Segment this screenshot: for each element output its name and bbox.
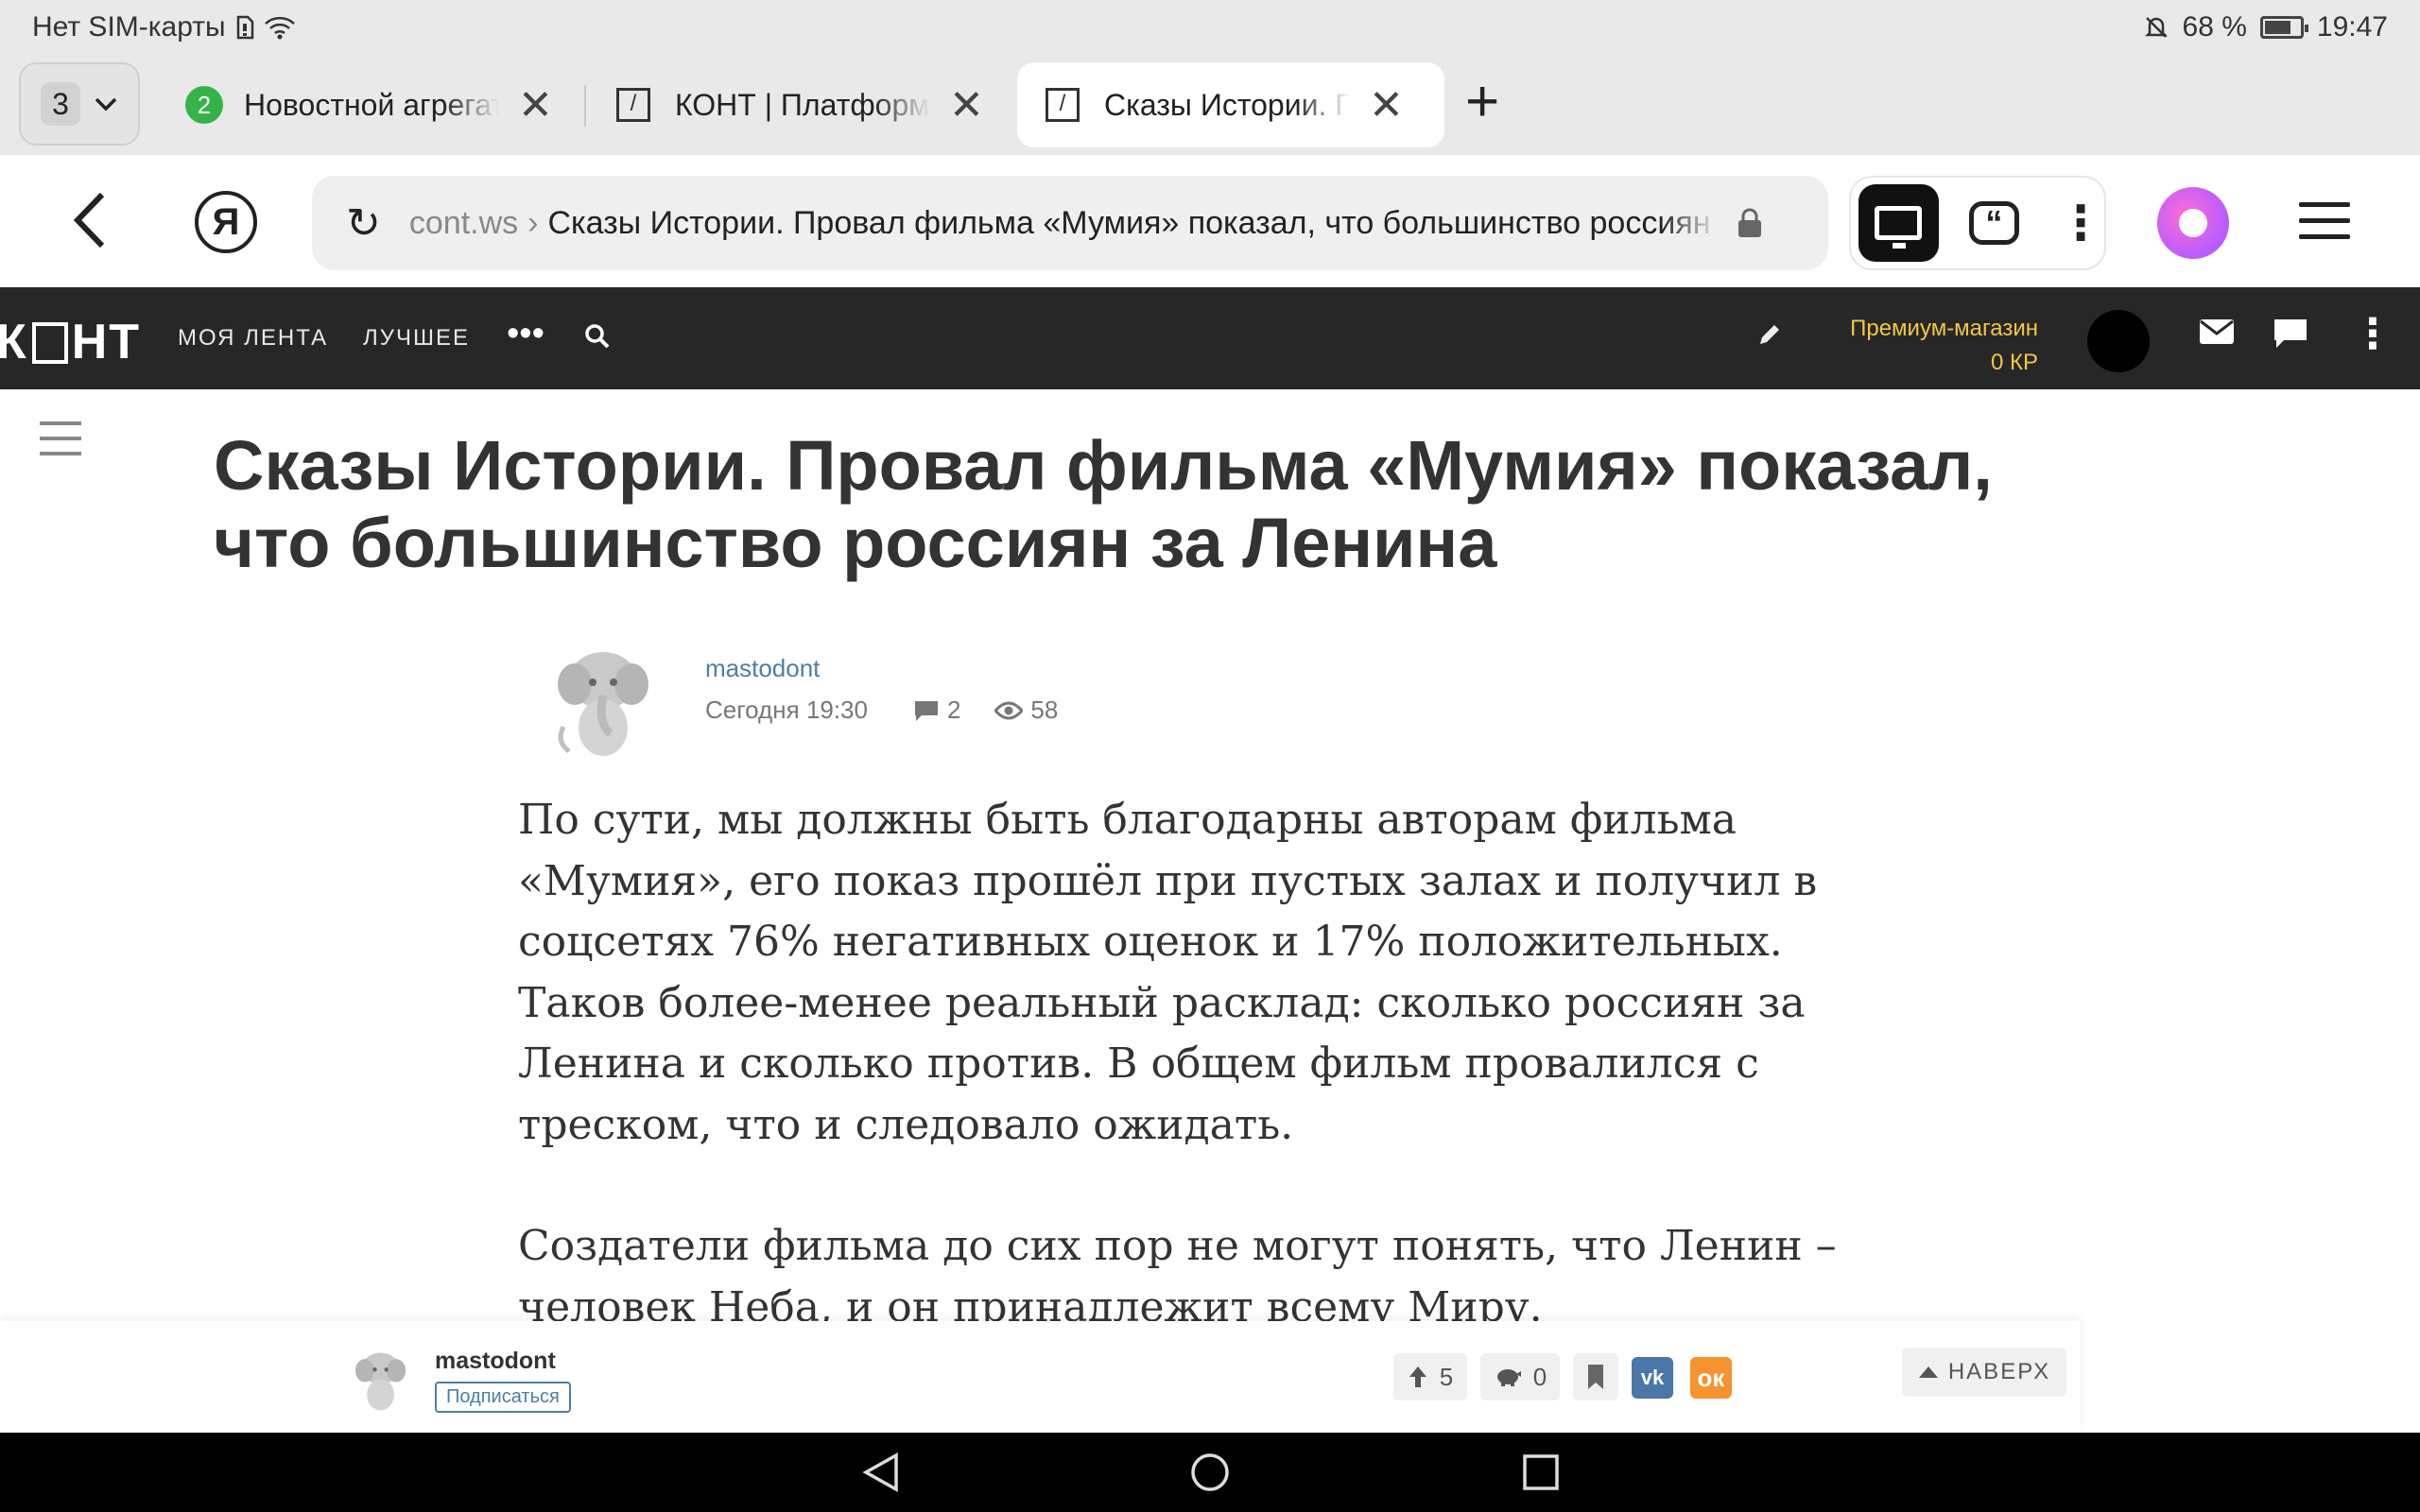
premium-shop-link[interactable]: Премиум-магазин 0 КР [1850, 312, 2038, 380]
comments-count[interactable]: 2 [913, 696, 960, 725]
bookmark-button[interactable] [1573, 1353, 1618, 1400]
article-title: Сказы Истории. Провал фильма «Мумия» пок… [214, 426, 1993, 582]
close-icon[interactable]: ✕ [1369, 81, 1404, 129]
kont-favicon-icon: / [1046, 88, 1080, 122]
nav-my-feed[interactable]: МОЯ ЛЕНТА [178, 325, 328, 352]
system-navigation-bar [0, 1433, 2420, 1512]
close-icon[interactable]: ✕ [518, 81, 553, 129]
chat-bubble-icon[interactable] [2273, 318, 2308, 350]
battery-icon [2259, 16, 2308, 39]
address-bar[interactable]: ↻ cont.ws › Сказы Истории. Провал фильма… [312, 176, 1828, 270]
tab-title: Новостной агрегатор [244, 87, 499, 122]
yandex-logo-icon[interactable]: Я [195, 191, 257, 253]
premium-balance: 0 КР [1990, 350, 2038, 375]
browser-menu-icon[interactable] [2299, 202, 2350, 250]
tab-kont-platform[interactable]: / КОНТ | Платформа ✕ [616, 62, 984, 147]
more-vertical-icon[interactable]: ⋮ [2057, 196, 2104, 250]
system-back-icon[interactable] [860, 1452, 902, 1493]
lock-icon[interactable] [1737, 208, 1763, 238]
tab-divider [584, 85, 586, 127]
caret-up-icon [1918, 1366, 1938, 1378]
site-navbar: К НТ МОЯ ЛЕНТА ЛУЧШЕЕ ••• Премиум-магазин… [0, 287, 2420, 389]
article-body: По сути, мы должны быть благодарны автор… [518, 790, 1898, 1399]
logo-right-letters: НТ [71, 315, 142, 369]
back-to-top-button[interactable]: НАВЕРХ [1902, 1348, 2066, 1397]
pencil-icon[interactable] [1756, 321, 1783, 348]
search-icon[interactable] [584, 323, 611, 350]
bell-muted-icon [2144, 17, 2168, 38]
system-home-icon[interactable] [1189, 1452, 1231, 1493]
author-avatar-elephant[interactable] [550, 643, 654, 765]
desktop-version-button[interactable] [1858, 184, 1939, 262]
article-footer-bar: mastodont Подписаться 5 0 vk ок НАВЕРХ [0, 1321, 2080, 1433]
reload-icon[interactable]: ↻ [346, 199, 381, 248]
kont-logo[interactable]: К НТ [0, 314, 141, 370]
article-paragraph: Создатели фильма до сих пор не могут пон… [518, 1222, 1837, 1332]
battery-percent: 68 % [2182, 11, 2247, 43]
back-arrow-icon[interactable] [70, 189, 108, 251]
back-to-top-label: НАВЕРХ [1947, 1359, 2051, 1384]
new-tab-plus-icon[interactable]: + [1465, 68, 1499, 135]
system-recents-icon[interactable] [1522, 1452, 1560, 1493]
monitor-icon [1875, 206, 1923, 249]
close-icon[interactable]: ✕ [949, 81, 984, 129]
alice-assistant-icon[interactable] [2157, 187, 2229, 259]
tab-title: Сказы Истории. Провал [1104, 87, 1350, 122]
chevron-down-icon [95, 97, 117, 112]
tab-strip: 3 2 Новостной агрегатор ✕ / КОНТ | Платф… [0, 59, 2420, 155]
nav-best[interactable]: ЛУЧШЕЕ [363, 325, 470, 352]
publish-date: Сегодня 19:30 [705, 696, 868, 724]
quote-icon[interactable]: “ [1968, 201, 2019, 245]
clock: 19:47 [2316, 11, 2388, 43]
like-button[interactable]: 5 [1393, 1353, 1467, 1400]
author-avatar-elephant[interactable] [350, 1348, 410, 1416]
article-paragraph: По сути, мы должны быть благодарны автор… [518, 796, 1818, 1149]
tab-count: 3 [41, 82, 80, 126]
tab-title: КОНТ | Платформа [675, 87, 930, 122]
piggy-bank-icon [1496, 1369, 1521, 1386]
page-tools-group: “ ⋮ [1849, 176, 2106, 270]
author-link[interactable]: mastodont [705, 654, 820, 683]
screen: Нет SIM-карты 68 % 19:47 3 2 Новостной а… [0, 0, 2420, 1512]
tab-switcher-button[interactable]: 3 [19, 62, 140, 146]
eye-icon [994, 701, 1024, 719]
tab-active-article[interactable]: / Сказы Истории. Провал ✕ [1017, 62, 1444, 147]
url-page-title: Сказы Истории. Провал фильма «Мумия» пок… [547, 204, 1720, 241]
sidebar-menu-icon[interactable] [40, 421, 81, 467]
url-domain: cont.ws [408, 204, 519, 241]
kont-favicon-icon: / [616, 88, 650, 122]
status-bar: Нет SIM-карты 68 % 19:47 [0, 0, 2420, 59]
vk-share-button[interactable]: vk [1632, 1357, 1673, 1399]
subscribe-button[interactable]: Подписаться [435, 1382, 571, 1413]
more-horizontal-icon[interactable]: ••• [507, 314, 544, 354]
user-avatar[interactable] [2087, 310, 2150, 372]
footer-author-name[interactable]: mastodont [435, 1348, 556, 1375]
browser-toolbar: Я ↻ cont.ws › Сказы Истории. Провал филь… [0, 155, 2420, 287]
logo-left-letter: К [0, 315, 28, 369]
url-separator: › [527, 204, 539, 241]
wifi-icon [264, 16, 295, 40]
sim-icon [236, 15, 253, 40]
more-vertical-icon[interactable]: ⋮ [2352, 310, 2394, 358]
tab-news-aggregator[interactable]: 2 Новостной агрегатор ✕ [185, 62, 553, 147]
arrow-up-icon [1409, 1366, 1426, 1387]
ok-share-button[interactable]: ок [1690, 1357, 1732, 1399]
donate-count: 0 [1532, 1362, 1547, 1391]
premium-label: Премиум-магазин [1850, 316, 2038, 341]
views-count: 58 [994, 696, 1058, 725]
donate-button[interactable]: 0 [1480, 1353, 1560, 1400]
comment-icon [914, 700, 938, 721]
logo-box-icon [31, 322, 68, 364]
bookmark-icon [1588, 1365, 1603, 1389]
article-meta: Сегодня 19:30 2 58 [705, 696, 1058, 725]
mail-icon[interactable] [2199, 318, 2235, 346]
carrier-text: Нет SIM-карты [32, 11, 226, 43]
tab-favicon-badge: 2 [185, 86, 223, 124]
like-count: 5 [1439, 1362, 1454, 1391]
